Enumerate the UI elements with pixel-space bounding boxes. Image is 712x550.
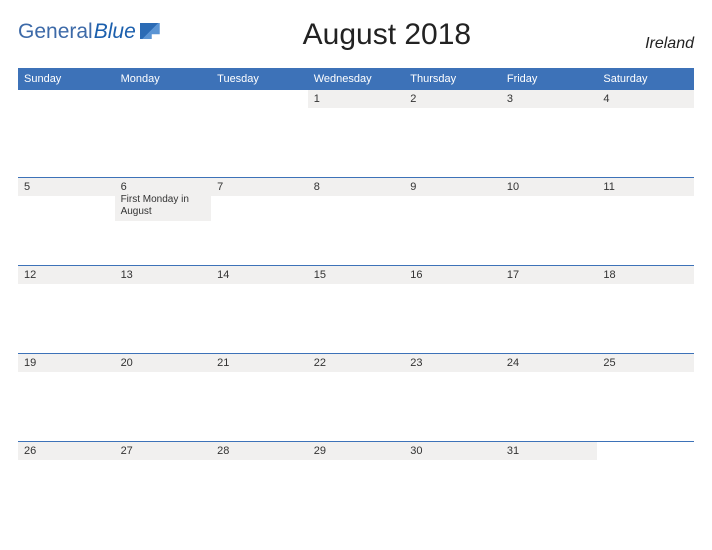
day-cell: 13 (115, 266, 212, 353)
day-cell: 18 (597, 266, 694, 353)
day-number: 23 (410, 357, 495, 369)
day-cell: 25 (597, 354, 694, 441)
day-cell: 24 (501, 354, 598, 441)
day-header: Thursday (404, 69, 501, 89)
day-number: 3 (507, 93, 592, 105)
day-number: 19 (24, 357, 109, 369)
day-cell: 16 (404, 266, 501, 353)
day-number: 15 (314, 269, 399, 281)
day-header: Tuesday (211, 69, 308, 89)
day-number: 30 (410, 445, 495, 457)
logo-text-blue: Blue (94, 20, 136, 43)
day-cell: 20 (115, 354, 212, 441)
day-cell: 23 (404, 354, 501, 441)
day-event: First Monday in August (121, 194, 206, 218)
day-number: 20 (121, 357, 206, 369)
calendar-week: 56First Monday in August7891011 (18, 177, 694, 265)
day-number: 12 (24, 269, 109, 281)
day-cell: 5 (18, 178, 115, 265)
day-cell: 9 (404, 178, 501, 265)
day-number: 21 (217, 357, 302, 369)
day-number: 28 (217, 445, 302, 457)
day-headers-row: SundayMondayTuesdayWednesdayThursdayFrid… (18, 68, 694, 89)
day-cell: 3 (501, 90, 598, 177)
day-cell: 6First Monday in August (115, 178, 212, 265)
day-number: 29 (314, 445, 399, 457)
day-cell: 31 (501, 442, 598, 529)
day-number: 22 (314, 357, 399, 369)
day-cell: 27 (115, 442, 212, 529)
day-header: Friday (501, 69, 598, 89)
day-cell: 4 (597, 90, 694, 177)
day-cell (18, 90, 115, 177)
day-header: Wednesday (308, 69, 405, 89)
day-cell: 22 (308, 354, 405, 441)
day-header: Sunday (18, 69, 115, 89)
day-number: 26 (24, 445, 109, 457)
day-cell (115, 90, 212, 177)
calendar-grid: SundayMondayTuesdayWednesdayThursdayFrid… (18, 68, 694, 529)
logo-text-general: General (18, 20, 93, 43)
day-number: 2 (410, 93, 495, 105)
day-cell: 28 (211, 442, 308, 529)
day-number: 5 (24, 181, 109, 193)
calendar-title: August 2018 (160, 18, 614, 52)
calendar-week: 12 13 14 15 16 17 18 (18, 265, 694, 353)
day-number: 10 (507, 181, 592, 193)
day-cell (211, 90, 308, 177)
day-number: 25 (603, 357, 688, 369)
day-header: Saturday (597, 69, 694, 89)
day-cell: 1 (308, 90, 405, 177)
day-cell: 7 (211, 178, 308, 265)
day-cell: 8 (308, 178, 405, 265)
calendar-week: 19 20 21 22 23 24 25 (18, 353, 694, 441)
day-cell: 30 (404, 442, 501, 529)
day-cell: 11 (597, 178, 694, 265)
day-number: 16 (410, 269, 495, 281)
region-label: Ireland (614, 35, 694, 53)
day-number: 11 (603, 181, 688, 193)
day-cell: 12 (18, 266, 115, 353)
calendar-week: 26 27 28 29 30 31 (18, 441, 694, 529)
day-number: 31 (507, 445, 592, 457)
day-number: 14 (217, 269, 302, 281)
day-number: 6 (121, 181, 206, 193)
day-cell: 19 (18, 354, 115, 441)
day-number: 18 (603, 269, 688, 281)
calendar-week: 1234 (18, 89, 694, 177)
day-number: 8 (314, 181, 399, 193)
day-cell: 14 (211, 266, 308, 353)
day-cell: 26 (18, 442, 115, 529)
day-cell: 15 (308, 266, 405, 353)
day-cell (597, 442, 694, 529)
day-number: 4 (603, 93, 688, 105)
logo-icon (140, 23, 160, 39)
day-cell: 21 (211, 354, 308, 441)
day-number: 27 (121, 445, 206, 457)
day-number: 9 (410, 181, 495, 193)
day-cell: 17 (501, 266, 598, 353)
calendar-header: GeneralBlue August 2018 Ireland (18, 20, 694, 53)
day-number: 17 (507, 269, 592, 281)
day-number: 1 (314, 93, 399, 105)
day-number: 13 (121, 269, 206, 281)
day-cell: 29 (308, 442, 405, 529)
day-cell: 10 (501, 178, 598, 265)
day-number: 7 (217, 181, 302, 193)
day-cell: 2 (404, 90, 501, 177)
logo: GeneralBlue (18, 20, 160, 44)
day-header: Monday (115, 69, 212, 89)
day-number: 24 (507, 357, 592, 369)
